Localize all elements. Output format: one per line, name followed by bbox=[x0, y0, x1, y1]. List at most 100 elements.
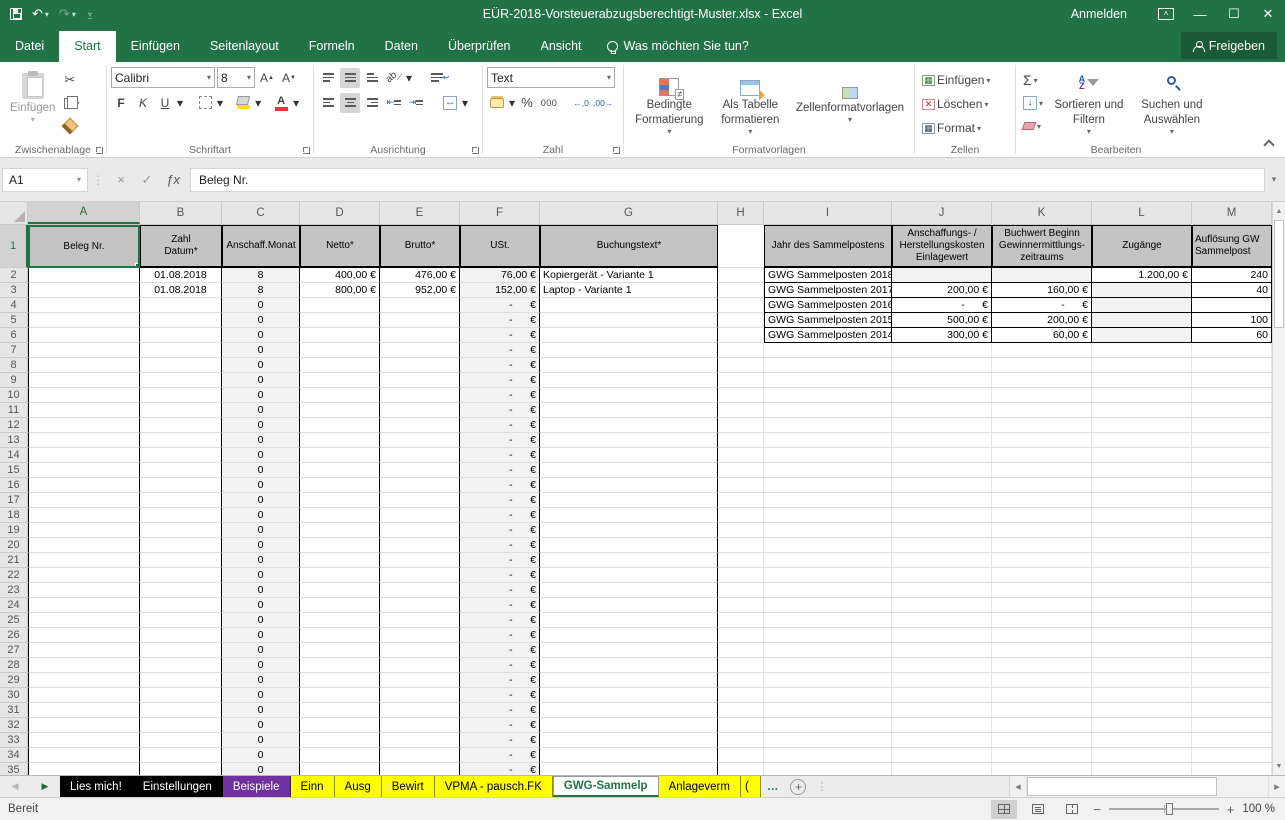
cell-J3[interactable]: 200,00 € bbox=[892, 283, 992, 298]
cell-G23[interactable] bbox=[540, 583, 718, 598]
cell-E30[interactable] bbox=[380, 688, 460, 703]
cell-G28[interactable] bbox=[540, 658, 718, 673]
cell-A16[interactable] bbox=[28, 478, 140, 493]
cell-D9[interactable] bbox=[300, 373, 380, 388]
cell-L29[interactable] bbox=[1092, 673, 1192, 688]
cell-E29[interactable] bbox=[380, 673, 460, 688]
cell-J12[interactable] bbox=[892, 418, 992, 433]
cell-K33[interactable] bbox=[992, 733, 1092, 748]
cell-G33[interactable] bbox=[540, 733, 718, 748]
cell-I6[interactable]: GWG Sammelposten 2014 bbox=[764, 328, 892, 343]
cell-H12[interactable] bbox=[718, 418, 764, 433]
cell-F32[interactable]: - € bbox=[460, 718, 540, 733]
cell-J2[interactable] bbox=[892, 268, 992, 283]
cell-G26[interactable] bbox=[540, 628, 718, 643]
cell-H17[interactable] bbox=[718, 493, 764, 508]
cell-J21[interactable] bbox=[892, 553, 992, 568]
cell-D2[interactable]: 400,00 € bbox=[300, 268, 380, 283]
cell-I25[interactable] bbox=[764, 613, 892, 628]
wrap-text-button[interactable]: ↩ bbox=[430, 68, 450, 88]
cell-H18[interactable] bbox=[718, 508, 764, 523]
conditional-formatting-button[interactable]: ≠ Bedingte Formatierung▾ bbox=[628, 65, 711, 139]
cell-I28[interactable] bbox=[764, 658, 892, 673]
cell-G21[interactable] bbox=[540, 553, 718, 568]
cell-I33[interactable] bbox=[764, 733, 892, 748]
cell-I22[interactable] bbox=[764, 568, 892, 583]
delete-cells-button[interactable]: ✕Löschen▾ bbox=[919, 94, 1011, 114]
column-header-L[interactable]: L bbox=[1092, 202, 1192, 224]
cell-F35[interactable]: - € bbox=[460, 763, 540, 775]
column-header-J[interactable]: J bbox=[892, 202, 992, 224]
cell-I23[interactable] bbox=[764, 583, 892, 598]
cell-M7[interactable] bbox=[1192, 343, 1272, 358]
cell-M6[interactable]: 60 bbox=[1192, 328, 1272, 343]
cell-M10[interactable] bbox=[1192, 388, 1272, 403]
cell-E14[interactable] bbox=[380, 448, 460, 463]
row-header-27[interactable]: 27 bbox=[0, 643, 28, 658]
cell-D10[interactable] bbox=[300, 388, 380, 403]
cell-H8[interactable] bbox=[718, 358, 764, 373]
cell-B33[interactable] bbox=[140, 733, 222, 748]
cell-H33[interactable] bbox=[718, 733, 764, 748]
font-name-combo[interactable]: Calibri▾ bbox=[111, 67, 215, 88]
cell-I27[interactable] bbox=[764, 643, 892, 658]
cell-G22[interactable] bbox=[540, 568, 718, 583]
cell-A15[interactable] bbox=[28, 463, 140, 478]
cell-I8[interactable] bbox=[764, 358, 892, 373]
cell-I26[interactable] bbox=[764, 628, 892, 643]
cell-A32[interactable] bbox=[28, 718, 140, 733]
cell-B7[interactable] bbox=[140, 343, 222, 358]
cell-M32[interactable] bbox=[1192, 718, 1272, 733]
clear-button[interactable]: ▾ bbox=[1020, 116, 1046, 136]
cell-B32[interactable] bbox=[140, 718, 222, 733]
cell-A12[interactable] bbox=[28, 418, 140, 433]
cell-J13[interactable] bbox=[892, 433, 992, 448]
cell-I13[interactable] bbox=[764, 433, 892, 448]
cell-E16[interactable] bbox=[380, 478, 460, 493]
cell-D23[interactable] bbox=[300, 583, 380, 598]
cell-K5[interactable]: 200,00 € bbox=[992, 313, 1092, 328]
cell-B12[interactable] bbox=[140, 418, 222, 433]
cell-G4[interactable] bbox=[540, 298, 718, 313]
cell-L26[interactable] bbox=[1092, 628, 1192, 643]
column-header-B[interactable]: B bbox=[140, 202, 222, 224]
cell-F26[interactable]: - € bbox=[460, 628, 540, 643]
column-header-H[interactable]: H bbox=[718, 202, 764, 224]
cell-B34[interactable] bbox=[140, 748, 222, 763]
page-break-view-button[interactable] bbox=[1059, 800, 1085, 819]
cell-M5[interactable]: 100 bbox=[1192, 313, 1272, 328]
cell-G8[interactable] bbox=[540, 358, 718, 373]
row-header-3[interactable]: 3 bbox=[0, 283, 28, 298]
row-header-33[interactable]: 33 bbox=[0, 733, 28, 748]
cell-K31[interactable] bbox=[992, 703, 1092, 718]
cell-J23[interactable] bbox=[892, 583, 992, 598]
cell-L10[interactable] bbox=[1092, 388, 1192, 403]
cell-L27[interactable] bbox=[1092, 643, 1192, 658]
cell-H16[interactable] bbox=[718, 478, 764, 493]
cell-H3[interactable] bbox=[718, 283, 764, 298]
cell-M1[interactable]: Auflösung GW Sammelpost bbox=[1192, 225, 1272, 268]
cell-D28[interactable] bbox=[300, 658, 380, 673]
cell-H11[interactable] bbox=[718, 403, 764, 418]
cell-H34[interactable] bbox=[718, 748, 764, 763]
cell-H4[interactable] bbox=[718, 298, 764, 313]
cell-E31[interactable] bbox=[380, 703, 460, 718]
cell-H7[interactable] bbox=[718, 343, 764, 358]
cancel-button[interactable]: × bbox=[108, 172, 134, 187]
row-header-8[interactable]: 8 bbox=[0, 358, 28, 373]
row-header-15[interactable]: 15 bbox=[0, 463, 28, 478]
cell-A1-selected[interactable]: Beleg Nr. bbox=[28, 225, 140, 268]
cell-K29[interactable] bbox=[992, 673, 1092, 688]
cell-F7[interactable]: - € bbox=[460, 343, 540, 358]
cell-E15[interactable] bbox=[380, 463, 460, 478]
cell-B17[interactable] bbox=[140, 493, 222, 508]
cell-K12[interactable] bbox=[992, 418, 1092, 433]
cell-B31[interactable] bbox=[140, 703, 222, 718]
cell-E4[interactable] bbox=[380, 298, 460, 313]
cell-J9[interactable] bbox=[892, 373, 992, 388]
cell-M26[interactable] bbox=[1192, 628, 1272, 643]
cell-J24[interactable] bbox=[892, 598, 992, 613]
cell-J32[interactable] bbox=[892, 718, 992, 733]
cell-J6[interactable]: 300,00 € bbox=[892, 328, 992, 343]
orientation-button[interactable]: ab⟋ bbox=[384, 68, 404, 88]
